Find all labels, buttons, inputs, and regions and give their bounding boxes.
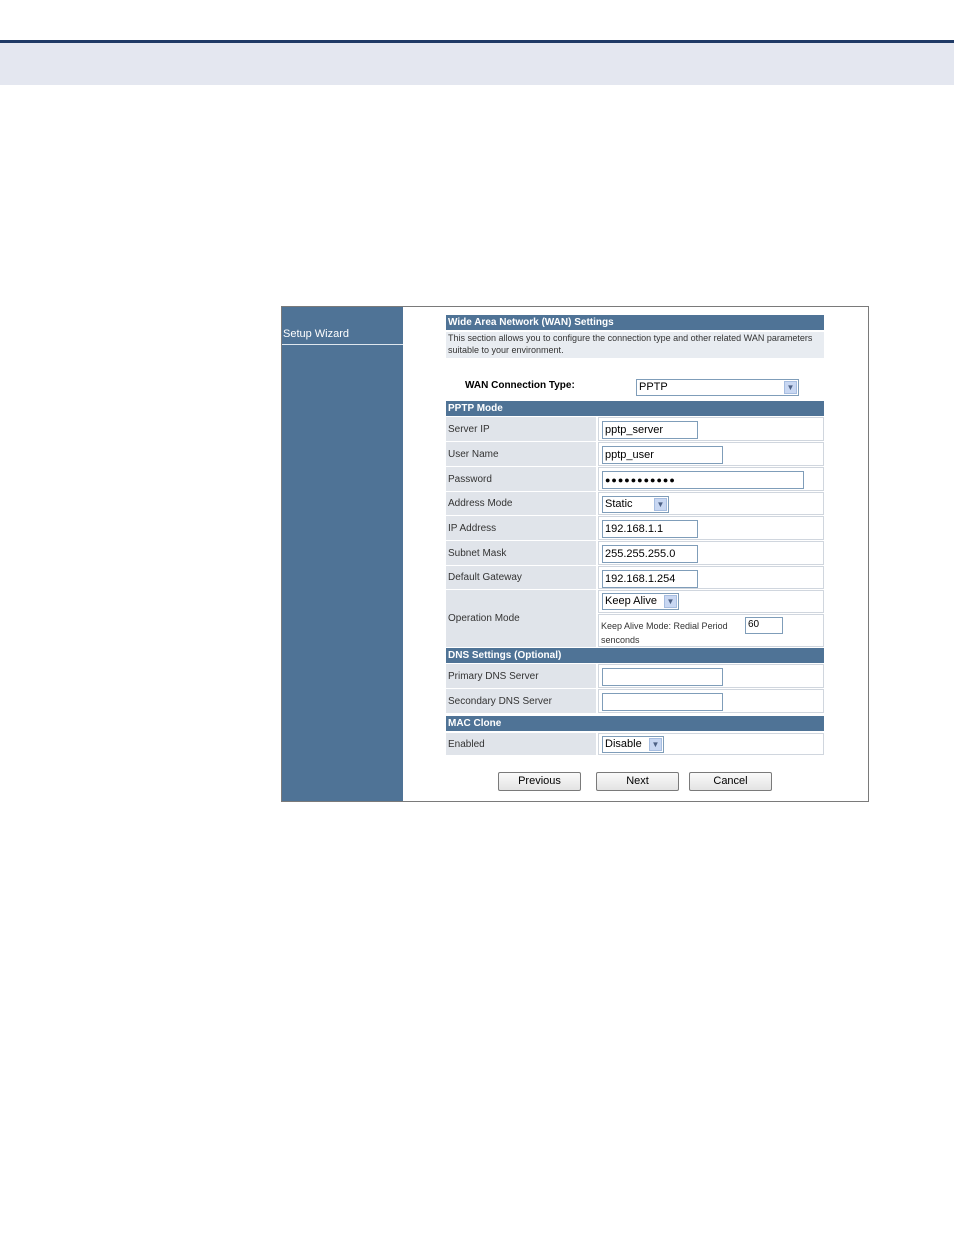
- chevron-down-icon[interactable]: ▼: [784, 381, 797, 394]
- pptp-mode-title: PPTP Mode: [446, 401, 824, 416]
- primary-dns-label: Primary DNS Server: [446, 664, 596, 688]
- wan-connection-type-value: PPTP: [639, 381, 668, 393]
- server-ip-input[interactable]: pptp_server: [602, 421, 698, 439]
- user-name-label: User Name: [446, 442, 596, 466]
- operation-mode-label: Operation Mode: [446, 590, 596, 647]
- address-mode-row: Address Mode Static ▼: [446, 492, 824, 515]
- user-name-input[interactable]: pptp_user: [602, 446, 723, 464]
- ip-address-row: IP Address 192.168.1.1: [446, 516, 824, 540]
- mac-clone-title: MAC Clone: [446, 716, 824, 731]
- secondary-dns-input[interactable]: [602, 693, 723, 711]
- ip-address-input[interactable]: 192.168.1.1: [602, 520, 698, 538]
- redial-period-input[interactable]: 60: [745, 617, 783, 634]
- ip-address-label: IP Address: [446, 516, 596, 540]
- subnet-mask-row: Subnet Mask 255.255.255.0: [446, 541, 824, 565]
- previous-button[interactable]: Previous: [498, 772, 581, 791]
- address-mode-select[interactable]: Static ▼: [602, 496, 669, 513]
- wan-settings-description: This section allows you to configure the…: [446, 332, 824, 358]
- mac-clone-value: Disable: [605, 738, 642, 750]
- sidebar: Setup Wizard: [282, 307, 403, 801]
- subnet-mask-input[interactable]: 255.255.255.0: [602, 545, 698, 563]
- address-mode-value: Static: [605, 498, 633, 510]
- default-gateway-label: Default Gateway: [446, 566, 596, 589]
- redial-period-unit: senconds: [601, 635, 640, 645]
- operation-mode-row: Operation Mode Keep Alive ▼ Keep Alive M…: [446, 590, 824, 647]
- redial-period-label: Keep Alive Mode: Redial Period: [601, 621, 728, 631]
- operation-mode-select[interactable]: Keep Alive ▼: [602, 593, 679, 610]
- primary-dns-input[interactable]: [602, 668, 723, 686]
- secondary-dns-row: Secondary DNS Server: [446, 689, 824, 713]
- user-name-row: User Name pptp_user: [446, 442, 824, 466]
- cancel-button[interactable]: Cancel: [689, 772, 772, 791]
- password-input[interactable]: ●●●●●●●●●●●: [602, 471, 804, 489]
- secondary-dns-label: Secondary DNS Server: [446, 689, 596, 713]
- mac-clone-select[interactable]: Disable ▼: [602, 736, 664, 753]
- operation-mode-value: Keep Alive: [605, 595, 657, 607]
- address-mode-label: Address Mode: [446, 492, 596, 515]
- chevron-down-icon[interactable]: ▼: [654, 498, 667, 511]
- password-row: Password ●●●●●●●●●●●: [446, 467, 824, 491]
- sidebar-item-label: Setup Wizard: [283, 328, 350, 340]
- password-label: Password: [446, 467, 596, 491]
- default-gateway-input[interactable]: 192.168.1.254: [602, 570, 698, 588]
- subnet-mask-label: Subnet Mask: [446, 541, 596, 565]
- chevron-down-icon[interactable]: ▼: [649, 738, 662, 751]
- server-ip-label: Server IP: [446, 417, 596, 441]
- sidebar-item-setup-wizard[interactable]: Setup Wizard: [282, 325, 403, 345]
- mac-clone-enabled-label: Enabled: [446, 733, 596, 755]
- dns-settings-title: DNS Settings (Optional): [446, 648, 824, 663]
- mac-clone-enabled-row: Enabled Disable ▼: [446, 733, 824, 755]
- wan-connection-type-select[interactable]: PPTP ▼: [636, 379, 799, 396]
- wan-settings-title: Wide Area Network (WAN) Settings: [446, 315, 824, 330]
- wan-connection-type-label: WAN Connection Type:: [465, 380, 575, 391]
- router-setup-screenshot: Setup Wizard Wide Area Network (WAN) Set…: [281, 306, 869, 802]
- default-gateway-row: Default Gateway 192.168.1.254: [446, 566, 824, 589]
- next-button[interactable]: Next: [596, 772, 679, 791]
- server-ip-row: Server IP pptp_server: [446, 417, 824, 441]
- primary-dns-row: Primary DNS Server: [446, 664, 824, 688]
- page-header-band: [0, 43, 954, 85]
- chevron-down-icon[interactable]: ▼: [664, 595, 677, 608]
